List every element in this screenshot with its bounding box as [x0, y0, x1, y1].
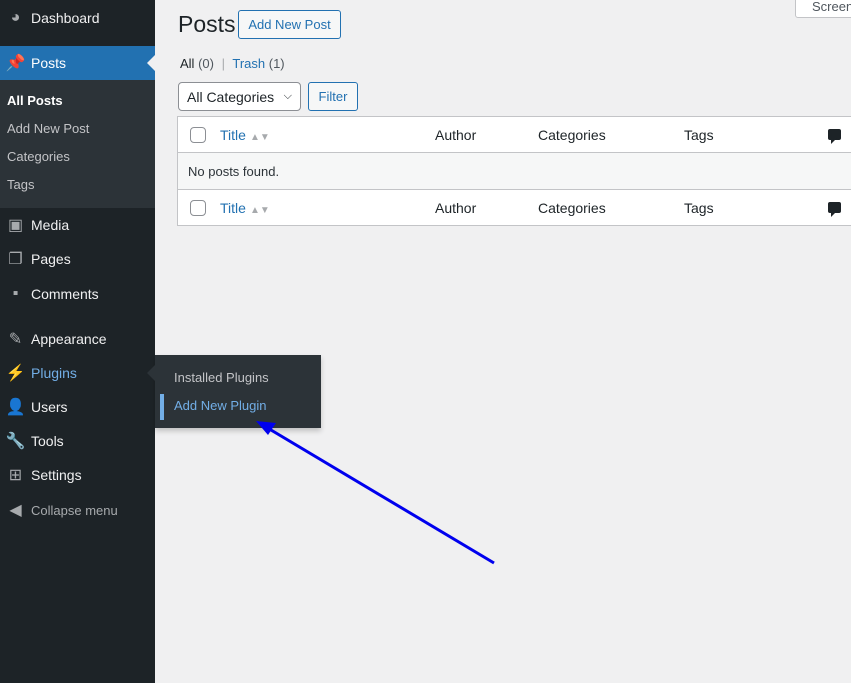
annotation-arrow: [256, 421, 495, 565]
